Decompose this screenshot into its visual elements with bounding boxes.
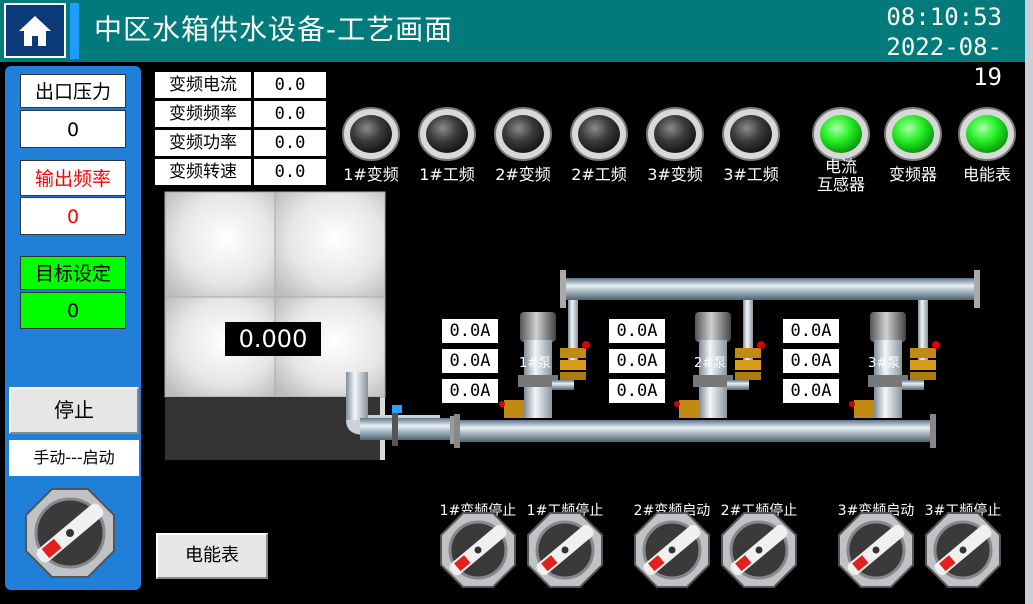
rotary-switch[interactable] bbox=[923, 510, 1003, 590]
rotary-switch[interactable] bbox=[632, 510, 712, 590]
lamp-off-icon bbox=[493, 106, 553, 162]
target-label: 目标设定 bbox=[20, 256, 126, 290]
lamp-label: 1#工频 bbox=[419, 165, 475, 184]
rotary-switch[interactable] bbox=[719, 510, 799, 590]
rotary-switch-icon bbox=[721, 512, 797, 588]
param-label: 变频电流 bbox=[155, 72, 251, 98]
rotary-switch[interactable] bbox=[525, 510, 605, 590]
lamp-label: 电能表 bbox=[962, 165, 1011, 184]
pump-label: 3#泵 bbox=[868, 356, 901, 371]
pump-current-readout: 0.0A bbox=[783, 319, 839, 343]
lamp-off-icon bbox=[721, 106, 781, 162]
param-value: 0.0 bbox=[254, 72, 326, 98]
param-label: 变频功率 bbox=[155, 130, 251, 156]
page-title: 中区水箱供水设备-工艺画面 bbox=[94, 13, 454, 46]
clock-date: 2022-08-19 bbox=[886, 33, 1002, 91]
pump-current-readout: 0.0A bbox=[783, 349, 839, 373]
param-label: 变频频率 bbox=[155, 101, 251, 127]
pump-current-readout: 0.0A bbox=[609, 349, 665, 373]
lamp-off-icon bbox=[645, 106, 705, 162]
rotary-switch-icon bbox=[527, 512, 603, 588]
rotary-switch-icon bbox=[440, 512, 516, 588]
lamp-on-icon bbox=[883, 106, 943, 162]
param-value: 0.0 bbox=[254, 101, 326, 127]
home-button[interactable] bbox=[4, 3, 66, 58]
rotary-switch-icon bbox=[25, 488, 115, 578]
lamp-label: 变频器 bbox=[888, 165, 937, 184]
param-value: 0.0 bbox=[254, 130, 326, 156]
lamp-label: 3#工频 bbox=[723, 165, 779, 184]
pump-current-readout: 0.0A bbox=[442, 349, 498, 373]
home-icon bbox=[19, 15, 51, 46]
lamp-label: 3#变频 bbox=[647, 165, 703, 184]
pump-label: 2#泵 bbox=[694, 356, 727, 371]
output-freq-value[interactable]: 0 bbox=[20, 197, 126, 235]
rotary-switch[interactable] bbox=[438, 510, 518, 590]
rotary-switch-icon bbox=[634, 512, 710, 588]
clock-time: 08:10:53 bbox=[886, 3, 1002, 31]
pump-current-readout: 0.0A bbox=[609, 319, 665, 343]
pump-label: 1#泵 bbox=[519, 356, 552, 371]
target-value-input[interactable]: 0 bbox=[20, 292, 126, 329]
lamp-on-icon bbox=[957, 106, 1017, 162]
pump-current-readout: 0.0A bbox=[783, 379, 839, 403]
stop-button[interactable]: 停止 bbox=[9, 387, 139, 434]
lamp-off-icon bbox=[341, 106, 401, 162]
outlet-pressure-label: 出口压力 bbox=[20, 74, 126, 108]
window-edge bbox=[1025, 0, 1033, 604]
lamp-off-icon bbox=[569, 106, 629, 162]
pump-current-readout: 0.0A bbox=[609, 379, 665, 403]
energy-meter-button[interactable]: 电能表 bbox=[156, 533, 268, 579]
lamp-on-icon bbox=[811, 106, 871, 162]
rotary-switch[interactable] bbox=[836, 510, 916, 590]
param-label: 变频转速 bbox=[155, 159, 251, 185]
lamp-label: 2#工频 bbox=[571, 165, 627, 184]
lamp-off-icon bbox=[417, 106, 477, 162]
header-accent bbox=[70, 3, 79, 59]
mode-status: 手动---启动 bbox=[9, 440, 139, 476]
tank-level-readout: 0.000 bbox=[225, 322, 321, 356]
pump-current-readout: 0.0A bbox=[442, 379, 498, 403]
clock: 08:10:53 2022-08-19 bbox=[862, 2, 1002, 92]
lamp-label: 2#变频 bbox=[495, 165, 551, 184]
rotary-switch-icon bbox=[838, 512, 914, 588]
outlet-pressure-value[interactable]: 0 bbox=[20, 110, 126, 148]
pump-current-readout: 0.0A bbox=[442, 319, 498, 343]
rotary-switch-icon bbox=[925, 512, 1001, 588]
output-freq-label: 输出频率 bbox=[20, 160, 126, 196]
param-value: 0.0 bbox=[254, 159, 326, 185]
lamp-label: 1#变频 bbox=[343, 165, 399, 184]
main-knob-switch[interactable] bbox=[22, 485, 118, 585]
lamp-label: 电流 互感器 bbox=[816, 157, 865, 194]
